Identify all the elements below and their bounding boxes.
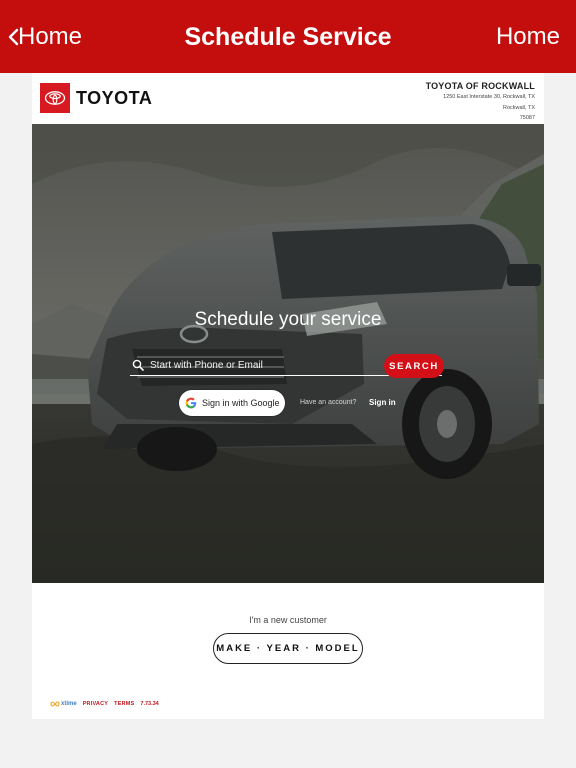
phone-or-email-input[interactable] [150, 356, 375, 374]
dealer-name: TOYOTA OF ROCKWALL [425, 81, 535, 91]
xtime-wordmark: xtime [61, 701, 77, 707]
footer: xtime PRIVACY TERMS 7.73.34 [50, 699, 159, 709]
search-button[interactable]: SEARCH [384, 354, 444, 378]
google-icon [185, 397, 197, 409]
signin-link[interactable]: Sign in [369, 398, 396, 407]
search-icon [132, 359, 144, 371]
google-signin-label: Sign in with Google [202, 398, 280, 408]
xtime-infinity-icon [50, 701, 60, 707]
dealer-address-line: 75087 [519, 115, 535, 121]
hero-banner: Schedule your service SEARCH Sign in wit… [32, 124, 544, 583]
home-button[interactable]: Home [496, 22, 560, 52]
have-account-text: Have an account? [300, 399, 357, 406]
search-bar: SEARCH [130, 351, 444, 381]
dealer-address-line: Rockwall, TX [503, 104, 535, 111]
xtime-logo: xtime [50, 701, 77, 707]
toyota-logo [40, 83, 70, 113]
dealer-address-line: 1250 East Interstate 30, Rockwall, TX [443, 94, 535, 100]
privacy-link[interactable]: PRIVACY [83, 701, 108, 707]
toyota-emblem-icon [44, 91, 66, 105]
app-version: 7.73.34 [140, 701, 159, 707]
back-button-label: Home [18, 23, 83, 50]
brand-header: TOYOTA TOYOTA OF ROCKWALL 1250 East Inte… [32, 73, 544, 124]
scheduler-card: TOYOTA TOYOTA OF ROCKWALL 1250 East Inte… [32, 73, 544, 719]
google-signin-button[interactable]: Sign in with Google [179, 390, 285, 416]
back-button[interactable]: Home [4, 22, 82, 52]
dealer-info: TOYOTA OF ROCKWALL 1250 East Interstate … [426, 80, 535, 124]
new-customer-label: I'm a new customer [249, 615, 327, 625]
signin-row: Sign in with Google Have an account? Sig… [179, 390, 409, 416]
terms-link[interactable]: TERMS [114, 701, 134, 707]
hero-title: Schedule your service [194, 309, 382, 330]
make-year-model-button[interactable]: MAKE · YEAR · MODEL [213, 633, 363, 664]
page-title: Schedule Service [184, 23, 392, 51]
toyota-wordmark: TOYOTA [76, 88, 153, 108]
navigation-bar: Home Schedule Service Home [0, 0, 576, 73]
